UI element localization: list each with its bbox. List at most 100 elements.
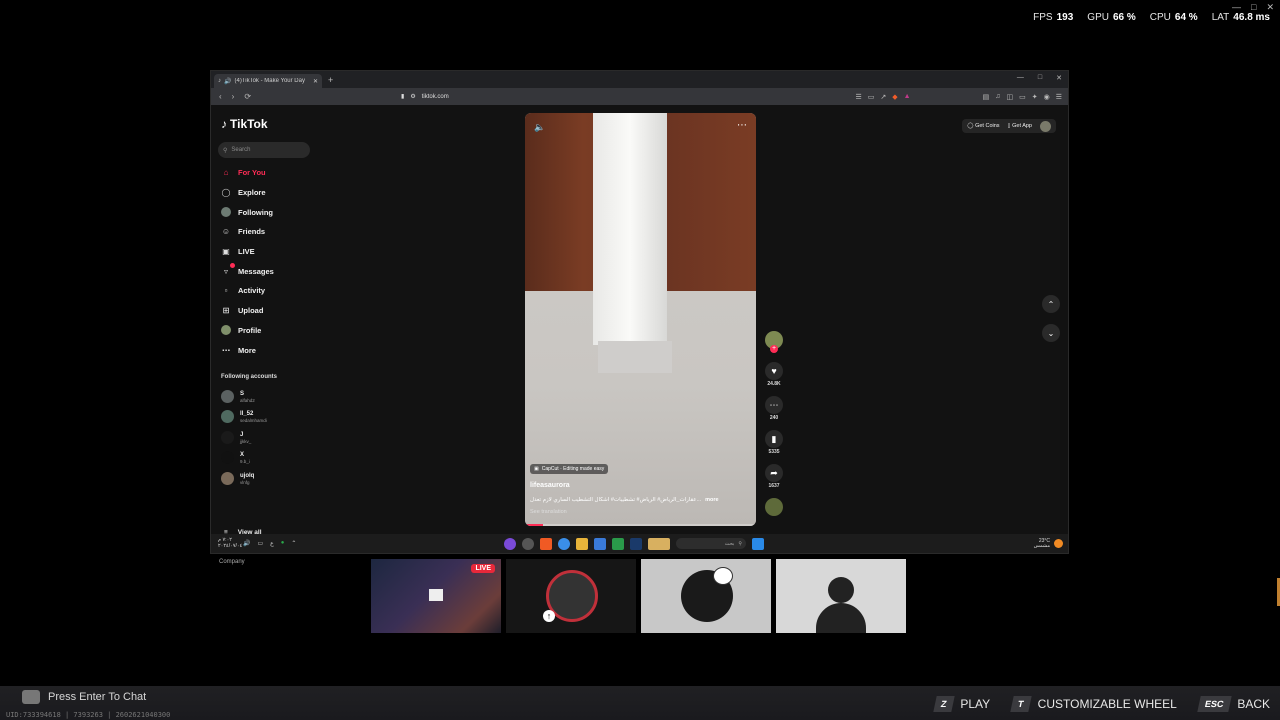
company-link[interactable]: Company: [219, 559, 245, 565]
tiktok-page: ♪ TikTok ⚲ Search ⌂ For You ◯ Explore Foll…: [211, 105, 1068, 565]
nav-upload[interactable]: ⊞ Upload: [221, 301, 274, 321]
previous-video-button[interactable]: ⌃: [1042, 295, 1060, 313]
nav-following[interactable]: Following: [221, 202, 274, 222]
audio-icon[interactable]: 🔊: [224, 78, 231, 85]
nav-more[interactable]: ⋯ More: [221, 340, 274, 360]
participant-thumbnail[interactable]: [641, 559, 771, 633]
music-disc-icon[interactable]: [765, 498, 783, 516]
music-icon[interactable]: ♫: [995, 93, 1000, 101]
tiktok-logo[interactable]: ♪ TikTok: [221, 117, 268, 131]
speaker-icon[interactable]: 🔊: [243, 540, 250, 547]
extensions-icon[interactable]: ✦: [1032, 93, 1038, 101]
account-item[interactable]: ujolq vlnfg: [221, 472, 254, 485]
play-hint[interactable]: Z PLAY: [933, 696, 990, 712]
more-options-icon[interactable]: ⋯: [737, 120, 747, 131]
menu-icon[interactable]: ☰: [1056, 93, 1062, 101]
close-icon[interactable]: ✕: [1056, 74, 1062, 82]
reload-icon[interactable]: ⟳: [244, 92, 251, 101]
creator-avatar[interactable]: +: [765, 331, 783, 353]
share-button[interactable]: ➦: [765, 464, 783, 482]
avatar: [221, 472, 234, 485]
display-icon[interactable]: ▭: [257, 540, 263, 547]
chrome-icon[interactable]: [558, 537, 570, 550]
get-coins-button[interactable]: ◯ Get Coins: [967, 123, 999, 129]
video-player[interactable]: 🔈 ⋯ ▣ CapCut · Editing made easy lifeasau…: [525, 113, 756, 526]
nav-friends[interactable]: ☺ Friends: [221, 222, 274, 242]
translate-icon[interactable]: ☰: [856, 93, 862, 101]
participant-thumbnail[interactable]: [776, 559, 906, 633]
nav-explore[interactable]: ◯ Explore: [221, 183, 274, 203]
forward-icon[interactable]: ›: [232, 92, 235, 101]
new-tab-button[interactable]: +: [328, 75, 333, 85]
next-video-button[interactable]: ⌄: [1042, 324, 1060, 342]
cast-icon[interactable]: ▭: [868, 93, 875, 101]
back-icon[interactable]: ‹: [219, 92, 222, 101]
save-button[interactable]: ▮: [765, 430, 783, 448]
following-accounts-title: Following accounts: [221, 374, 278, 380]
site-info-icon[interactable]: ⚙: [410, 93, 415, 100]
brave-icon[interactable]: [540, 537, 552, 550]
nav-activity[interactable]: ▫ Activity: [221, 281, 274, 301]
restore-icon[interactable]: □: [1038, 74, 1042, 82]
follow-plus-icon[interactable]: +: [770, 345, 778, 353]
split-view-icon[interactable]: ◫: [1006, 93, 1013, 101]
account-item[interactable]: X 9.b_i: [221, 451, 250, 464]
comment-button[interactable]: ⋯: [765, 396, 783, 414]
vpn-icon[interactable]: ◉: [1044, 93, 1050, 101]
profile-icon: [221, 325, 231, 336]
xbox-icon[interactable]: [612, 537, 624, 550]
avatar: [221, 390, 234, 403]
mic-icon[interactable]: ●: [281, 540, 285, 547]
get-app-button[interactable]: ▯ Get App: [1008, 123, 1032, 129]
like-button[interactable]: ♥: [765, 362, 783, 380]
comment-count: 240: [769, 415, 779, 421]
url-field[interactable]: tiktok.com: [422, 94, 449, 100]
nav-profile[interactable]: Profile: [221, 321, 274, 341]
language-icon[interactable]: ع: [270, 540, 274, 547]
app-icon[interactable]: [504, 537, 516, 550]
minimize-icon[interactable]: —: [1017, 74, 1024, 82]
steam-icon[interactable]: [630, 537, 642, 550]
taskbar-clock[interactable]: ٧:٠٢ م ٢٠٢٤/٠٧/٠٤: [218, 537, 242, 549]
video-progress-bar[interactable]: [525, 524, 756, 526]
more-icon: ⋯: [222, 345, 230, 355]
following-avatar-icon: [221, 207, 231, 218]
chat-prompt[interactable]: Press Enter To Chat: [22, 690, 146, 704]
nav-messages[interactable]: ▿ Messages: [221, 261, 274, 281]
share-icon[interactable]: ↗: [880, 93, 886, 101]
bookmark-icon[interactable]: ▮: [401, 93, 404, 100]
account-item[interactable]: ll_52 sedalmhamdi: [221, 410, 267, 423]
settings-app-icon[interactable]: [522, 537, 534, 550]
account-item[interactable]: Salfahd2: [221, 390, 255, 403]
video-username[interactable]: lifeasaurora: [530, 482, 570, 489]
browser-window: ♪ 🔊 (4)TikTok - Make Your Day ✕ + — □ ✕ …: [210, 70, 1069, 565]
tab-tiktok[interactable]: ♪ 🔊 (4)TikTok - Make Your Day ✕: [214, 74, 322, 88]
live-stream-thumbnail[interactable]: LIVE: [371, 559, 501, 633]
back-hint[interactable]: ESC BACK: [1197, 696, 1270, 712]
chat-icon: [22, 690, 40, 704]
account-item[interactable]: Jjjkkv_: [221, 431, 251, 444]
nav-for-you[interactable]: ⌂ For You: [221, 163, 274, 183]
see-translation-link[interactable]: See translation: [530, 509, 567, 515]
wheel-hint[interactable]: T CUSTOMIZABLE WHEEL: [1010, 696, 1177, 712]
sidebar-icon[interactable]: ▤: [983, 93, 990, 101]
wallet-icon[interactable]: ▭: [1019, 93, 1026, 101]
save-count: 5335: [768, 449, 780, 455]
search-input[interactable]: ⚲ Search: [218, 142, 310, 158]
tab-close-icon[interactable]: ✕: [313, 78, 318, 85]
user-avatar[interactable]: [1040, 120, 1051, 132]
windows-start-icon[interactable]: [752, 537, 764, 550]
taskbar-search[interactable]: بحث ⚲: [676, 538, 746, 549]
folder-icon[interactable]: [576, 537, 588, 550]
store-icon[interactable]: [594, 537, 606, 550]
shield-icon[interactable]: ◆: [892, 93, 897, 101]
weather-widget[interactable]: 23°C مشمس: [1034, 538, 1063, 549]
volume-icon[interactable]: 🔈: [534, 122, 545, 133]
nav-live[interactable]: ▣ LIVE: [221, 242, 274, 262]
capcut-badge[interactable]: ▣ CapCut · Editing made easy: [530, 464, 609, 474]
tray-chevron-icon[interactable]: ⌃: [291, 540, 296, 547]
participant-thumbnail[interactable]: ↑: [506, 559, 636, 633]
rewards-icon[interactable]: ▲: [904, 93, 911, 101]
more-link[interactable]: more: [705, 497, 718, 503]
game-app-icon[interactable]: [648, 537, 670, 550]
